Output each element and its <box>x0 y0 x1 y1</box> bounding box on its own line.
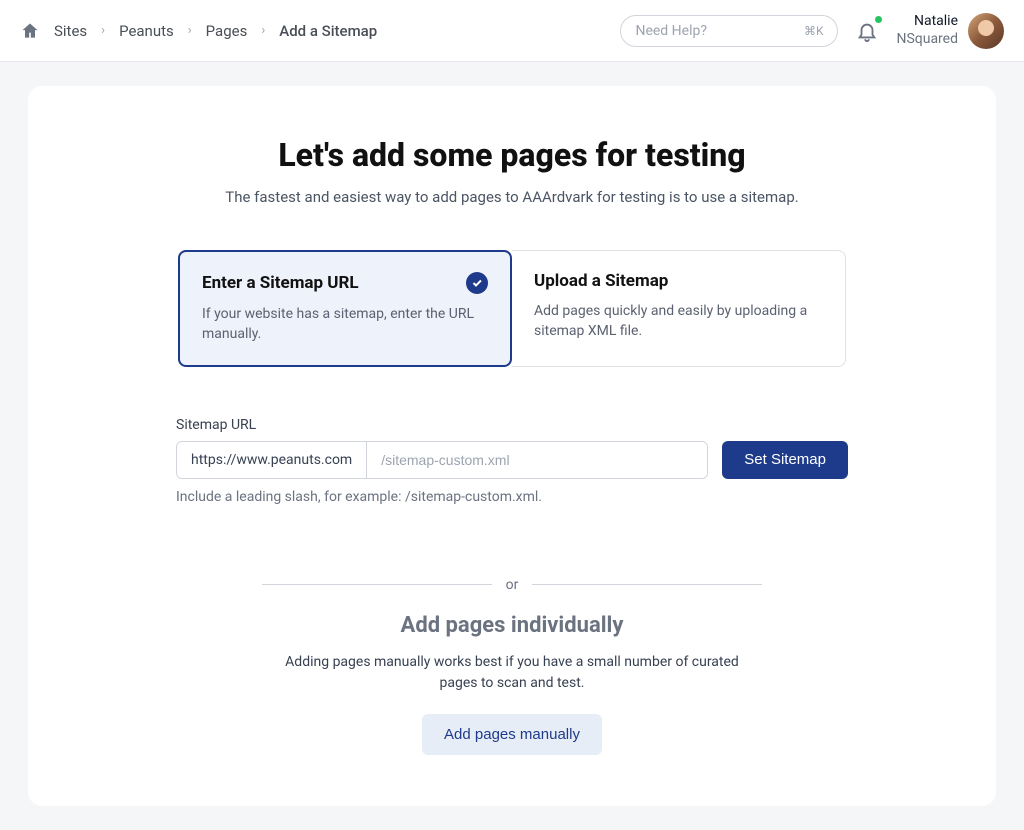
sitemap-form: Sitemap URL https://www.peanuts.com Set … <box>176 417 848 505</box>
page: Let's add some pages for testing The fas… <box>0 62 1024 830</box>
set-sitemap-button[interactable]: Set Sitemap <box>722 441 848 479</box>
alt-title: Add pages individually <box>88 613 936 638</box>
breadcrumb-pages[interactable]: Pages <box>206 22 248 40</box>
add-pages-manually-button[interactable]: Add pages manually <box>422 714 602 755</box>
home-icon[interactable] <box>20 21 40 41</box>
option-upload[interactable]: Upload a Sitemap Add pages quickly and e… <box>512 250 846 367</box>
sitemap-url-label: Sitemap URL <box>176 417 848 433</box>
bell-icon <box>856 20 878 42</box>
form-row: https://www.peanuts.com Set Sitemap <box>176 441 848 479</box>
avatar <box>968 13 1004 49</box>
chevron-right-icon: › <box>101 23 105 38</box>
sitemap-path-input[interactable] <box>367 442 707 478</box>
option-title: Enter a Sitemap URL <box>202 273 359 293</box>
user-text: Natalie NSquared <box>896 13 958 48</box>
divider-line <box>262 584 492 585</box>
breadcrumb-current: Add a Sitemap <box>279 22 377 40</box>
user-org: NSquared <box>896 31 958 49</box>
url-prefix: https://www.peanuts.com <box>177 442 367 478</box>
sitemap-hint: Include a leading slash, for example: /s… <box>176 489 848 505</box>
user-name: Natalie <box>896 13 958 31</box>
option-header: Enter a Sitemap URL <box>202 272 488 294</box>
page-title: Let's add some pages for testing <box>88 136 936 174</box>
url-input-group: https://www.peanuts.com <box>176 441 708 479</box>
user-menu[interactable]: Natalie NSquared <box>896 13 1004 49</box>
option-header: Upload a Sitemap <box>534 271 823 291</box>
notification-dot <box>875 16 882 23</box>
help-search[interactable]: Need Help? ⌘K <box>620 15 838 47</box>
notifications-button[interactable] <box>852 16 882 46</box>
main-card: Let's add some pages for testing The fas… <box>28 86 996 806</box>
chevron-right-icon: › <box>188 23 192 38</box>
option-description: Add pages quickly and easily by uploadin… <box>534 301 823 342</box>
breadcrumbs: Sites › Peanuts › Pages › Add a Sitemap <box>20 21 606 41</box>
check-icon <box>466 272 488 294</box>
option-description: If your website has a sitemap, enter the… <box>202 304 488 345</box>
option-title: Upload a Sitemap <box>534 271 668 291</box>
chevron-right-icon: › <box>261 23 265 38</box>
help-search-placeholder: Need Help? <box>635 23 803 39</box>
alt-description: Adding pages manually works best if you … <box>282 652 742 694</box>
sitemap-options: Enter a Sitemap URL If your website has … <box>88 250 936 367</box>
divider-text: or <box>506 577 519 593</box>
page-subtitle: The fastest and easiest way to add pages… <box>88 188 936 206</box>
topbar: Sites › Peanuts › Pages › Add a Sitemap … <box>0 0 1024 62</box>
or-divider: or <box>262 577 762 593</box>
breadcrumb-sites[interactable]: Sites <box>54 22 87 40</box>
breadcrumb-peanuts[interactable]: Peanuts <box>119 22 174 40</box>
divider-line <box>532 584 762 585</box>
help-search-shortcut: ⌘K <box>804 24 824 38</box>
option-enter-url[interactable]: Enter a Sitemap URL If your website has … <box>178 250 512 367</box>
